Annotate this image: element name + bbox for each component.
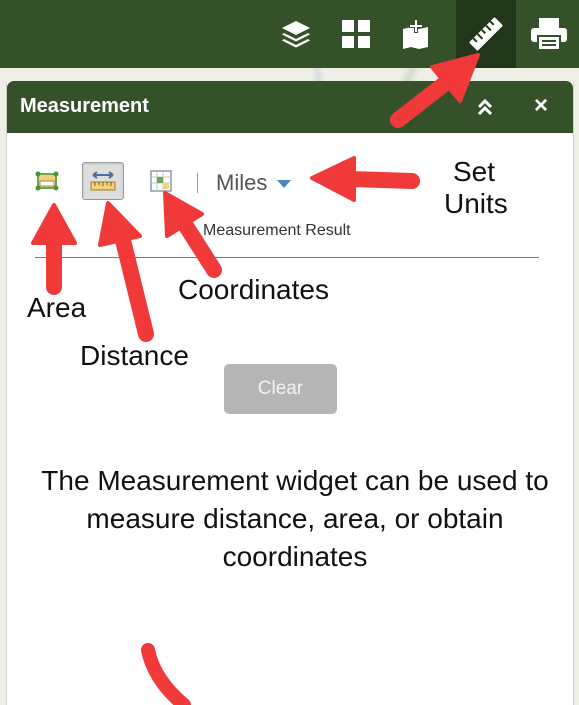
distance-tool-button[interactable] [82,162,124,200]
distance-icon [90,171,116,191]
panel-title: Measurement [20,95,149,117]
caret-down-icon [277,180,292,188]
clear-button[interactable]: Clear [224,364,337,414]
layers-button[interactable] [266,0,326,68]
toolbar-divider [197,173,198,193]
grid-icon [342,20,370,48]
close-button[interactable]: × [525,91,557,121]
area-icon [35,171,59,191]
annotation-area: Area [27,292,87,323]
add-data-icon [403,19,428,49]
panel-header: Measurement × [7,81,573,133]
annotation-set-units: Set Units [444,156,508,219]
map-toolbar [0,0,579,68]
result-divider [35,257,539,258]
coordinates-icon [150,170,172,192]
annotation-distance: Distance [80,340,189,371]
annotation-coordinates: Coordinates [178,274,329,305]
units-label: Miles [216,170,268,195]
print-icon [531,18,567,51]
add-data-button[interactable] [386,0,446,68]
print-button[interactable] [519,0,579,68]
measurement-button[interactable] [456,0,516,68]
widget-description: The Measurement widget can be used to me… [41,465,549,572]
coordinates-tool-button[interactable] [141,163,181,199]
area-tool-button[interactable] [27,163,67,199]
units-dropdown[interactable]: Miles [216,169,292,197]
chevron-double-up-icon [477,98,493,116]
ruler-icon [469,17,503,51]
basemap-gallery-button[interactable] [326,0,386,68]
measurement-result-label: Measurement Result [203,222,351,239]
layers-icon [282,21,310,48]
collapse-button[interactable] [469,93,501,121]
